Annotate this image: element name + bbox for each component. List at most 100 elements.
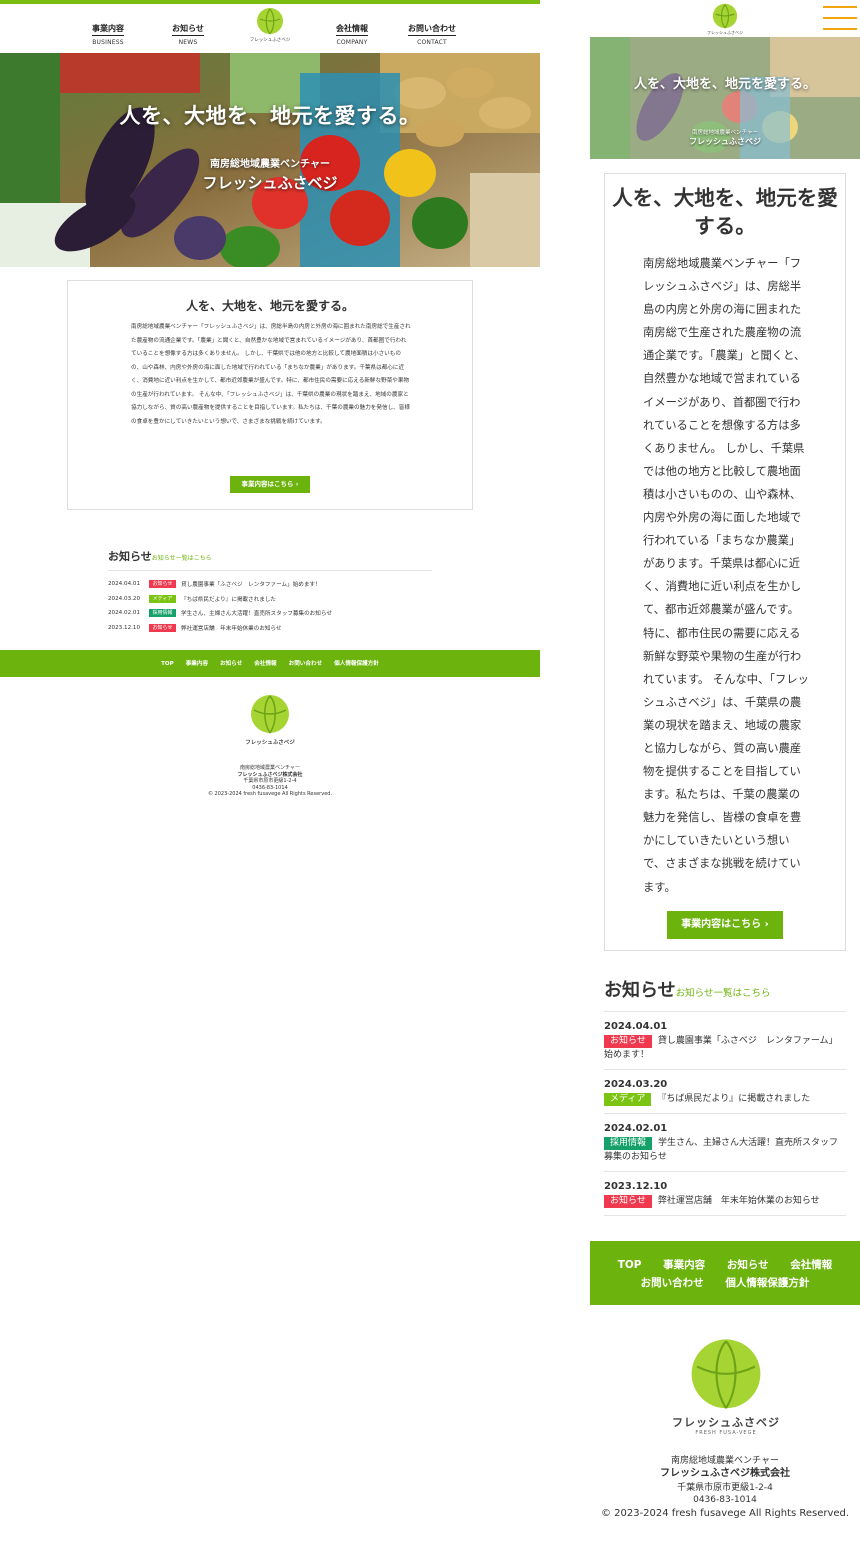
news-date: 2024.03.20 xyxy=(604,1079,668,1090)
mobile-header-logo[interactable]: フレッシュふさベジ xyxy=(700,1,750,36)
nav-label: お問い合わせ xyxy=(408,23,456,36)
business-button-label: 事業内容はこちら xyxy=(681,919,762,930)
mobile-footer-info: 南房総地域農業ベンチャー フレッシュふさベジ株式会社 千葉県市原市更級1-2-4… xyxy=(590,1456,860,1520)
news-tag: メディア xyxy=(604,1093,652,1106)
footer-logo-text: フレッシュふさベジ xyxy=(245,740,295,746)
news-section: お知らせお知らせ一覧はこちら 2024.04.01 お知らせ 貸し農園事業「ふさ… xyxy=(108,545,432,635)
footer-link-news[interactable]: お知らせ xyxy=(727,1259,769,1271)
cabbage-logo-icon xyxy=(257,8,283,35)
news-tag: お知らせ xyxy=(149,580,176,589)
header-logo[interactable]: フレッシュふさベジ xyxy=(245,5,295,43)
footer-link-top[interactable]: TOP xyxy=(618,1259,642,1271)
cabbage-logo-icon xyxy=(691,1339,761,1409)
news-text: 弊社運営店舗 年末年始休業のお知らせ xyxy=(657,1196,820,1206)
news-tag: 採用情報 xyxy=(604,1137,653,1150)
footer-link-news[interactable]: お知らせ xyxy=(220,661,242,667)
desktop-preview: 事業内容 BUSINESS お知らせ NEWS フレッシュふさベジ 会社情報 C… xyxy=(0,0,540,820)
news-tag: お知らせ xyxy=(149,623,176,632)
news-item[interactable]: 2023.12.10 お知らせ 弊社運営店舗 年末年始休業のお知らせ xyxy=(108,621,432,636)
intro-title: 人を、大地を、地元を愛する。 xyxy=(185,299,354,313)
footer-company: フレッシュふさベジ株式会社 xyxy=(660,1467,790,1479)
footer-address: 千葉県市原市更級1-2-4 xyxy=(677,1483,773,1493)
footer-link-privacy[interactable]: 個人情報保護方針 xyxy=(334,661,379,667)
news-tag: お知らせ xyxy=(604,1195,652,1208)
intro-title: 人を、大地を、地元を愛する。 xyxy=(612,186,838,238)
nav-business[interactable]: 事業内容 BUSINESS xyxy=(68,16,148,46)
news-list-link[interactable]: お知らせ一覧はこちら xyxy=(152,555,212,562)
hero-tagline: 南房総地域農業ベンチャー xyxy=(692,130,758,136)
footer-tel: 0436-83-1014 xyxy=(693,1494,757,1505)
news-date: 2024.02.01 xyxy=(604,1123,668,1134)
news-date: 2024.03.20 xyxy=(108,595,141,602)
business-button[interactable]: 事業内容はこちら › xyxy=(230,476,310,493)
nav-label: 事業内容 xyxy=(92,23,124,36)
footer-link-contact[interactable]: お問い合わせ xyxy=(289,661,323,667)
news-item[interactable]: 2024.03.20 メディア 『ちば県民だより』に掲載されました xyxy=(108,592,432,607)
footer-link-privacy[interactable]: 個人情報保護方針 xyxy=(725,1277,809,1289)
nav-news[interactable]: お知らせ NEWS xyxy=(148,16,228,46)
hero-headline: 人を、大地を、地元を愛する。 xyxy=(119,104,421,128)
footer-link-company[interactable]: 会社情報 xyxy=(254,661,276,667)
news-date: 2024.04.01 xyxy=(604,1021,668,1032)
top-accent-bar xyxy=(0,0,540,4)
nav-sublabel: CONTACT xyxy=(417,39,447,46)
news-date: 2023.12.10 xyxy=(604,1181,668,1192)
hero-company-name: フレッシュふさベジ xyxy=(202,174,338,192)
footer-link-business[interactable]: 事業内容 xyxy=(186,661,208,667)
cabbage-logo-icon xyxy=(251,695,289,734)
nav-contact[interactable]: お問い合わせ CONTACT xyxy=(392,16,472,46)
chevron-right-icon: › xyxy=(295,480,299,488)
footer-logo-text: フレッシュふさベジ xyxy=(672,1416,780,1429)
footer-copyright: © 2023-2024 fresh fusavege All Rights Re… xyxy=(207,791,333,797)
business-button-label: 事業内容はこちら xyxy=(241,480,294,488)
logo-text: フレッシュふさベジ xyxy=(249,38,291,43)
nav-label: 会社情報 xyxy=(336,23,368,36)
cabbage-logo-icon xyxy=(712,3,738,29)
news-date: 2023.12.10 xyxy=(108,624,141,631)
news-text: 『ちば県民だより』に掲載されました xyxy=(181,596,276,603)
footer-link-top[interactable]: TOP xyxy=(161,661,174,667)
news-date: 2024.02.01 xyxy=(108,610,141,617)
news-title: お知らせ xyxy=(108,550,152,563)
nav-company[interactable]: 会社情報 COMPANY xyxy=(312,16,392,46)
news-item[interactable]: 2024.02.01 採用情報 学生さん、主婦さん大活躍！直売所スタッフ募集のお知… xyxy=(604,1114,846,1172)
footer-nav: TOP 事業内容 お知らせ 会社情報 お問い合わせ 個人情報保護方針 xyxy=(0,659,540,667)
footer-tagline: 南房総地域農業ベンチャー xyxy=(671,1456,779,1466)
footer-link-business[interactable]: 事業内容 xyxy=(663,1259,705,1271)
mobile-preview: フレッシュふさベジ 人を、大地を、地元を愛する。 南房総地域農業ベンチャー フレ… xyxy=(590,0,860,1541)
intro-body: 南房総地域農業ベンチャー「フレッシュふさベジ」は、房総半島の内房と外房の海に囲ま… xyxy=(643,257,809,894)
chevron-right-icon: › xyxy=(764,919,769,930)
mobile-footer-nav: TOP 事業内容 お知らせ 会社情報 お問い合わせ 個人情報保護方針 xyxy=(590,1256,860,1292)
news-tag: お知らせ xyxy=(604,1035,652,1048)
news-item[interactable]: 2023.12.10 お知らせ 弊社運営店舗 年末年始休業のお知らせ xyxy=(604,1172,846,1216)
news-title: お知らせ xyxy=(604,980,676,1001)
news-text: 弊社運営店舗 年末年始休業のお知らせ xyxy=(181,625,282,632)
footer-link-contact[interactable]: お問い合わせ xyxy=(641,1277,704,1289)
footer-logo-subtext: FRESH FUSA-VEGE xyxy=(695,1430,757,1436)
mobile-intro-card: 人を、大地を、地元を愛する。 南房総地域農業ベンチャー「フレッシュふさベジ」は、… xyxy=(604,173,846,951)
hamburger-menu-icon[interactable] xyxy=(823,6,857,32)
news-text: 『ちば県民だより』に掲載されました xyxy=(657,1094,811,1104)
footer-link-company[interactable]: 会社情報 xyxy=(790,1259,832,1271)
nav-sublabel: BUSINESS xyxy=(92,39,124,46)
footer-copyright: © 2023-2024 fresh fusavege All Rights Re… xyxy=(600,1508,850,1519)
hero-company-name: フレッシュふさベジ xyxy=(689,137,761,146)
mobile-hero-subtitle: 南房総地域農業ベンチャー フレッシュふさベジ xyxy=(590,128,860,147)
hero-subtitle: 南房総地域農業ベンチャー フレッシュふさベジ xyxy=(0,155,540,193)
news-item[interactable]: 2024.02.01 採用情報 学生さん、主婦さん大活躍！直売所スタッフ募集のお… xyxy=(108,606,432,621)
news-list-link[interactable]: お知らせ一覧はこちら xyxy=(676,988,771,999)
footer-info: 南房総地域農業ベンチャー フレッシュふさベジ株式会社 千葉県市原市更級1-2-4… xyxy=(170,765,370,798)
news-item[interactable]: 2024.04.01 お知らせ 貸し農園事業「ふさベジ レンタファーム」始めます… xyxy=(108,577,432,592)
news-item[interactable]: 2024.03.20 メディア 『ちば県民だより』に掲載されました xyxy=(604,1070,846,1114)
logo-text: フレッシュふさベジ xyxy=(707,30,743,35)
footer-logo: フレッシュふさベジ xyxy=(240,692,300,746)
news-text: 学生さん、主婦さん大活躍！直売所スタッフ募集のお知らせ xyxy=(181,611,332,618)
news-item[interactable]: 2024.04.01 お知らせ 貸し農園事業「ふさベジ レンタファーム」始めます！ xyxy=(604,1012,846,1070)
mobile-footer-logo: フレッシュふさベジ FRESH FUSA-VEGE xyxy=(666,1334,786,1436)
news-tag: メディア xyxy=(149,594,176,603)
intro-body: 南房総地域農業ベンチャー「フレッシュふさベジ」は、房総半島の内房と外房の海に囲ま… xyxy=(131,324,411,425)
hero-tagline: 南房総地域農業ベンチャー xyxy=(210,159,330,170)
mobile-business-button[interactable]: 事業内容はこちら › xyxy=(667,911,783,939)
nav-sublabel: NEWS xyxy=(178,39,198,46)
nav-sublabel: COMPANY xyxy=(336,39,368,46)
